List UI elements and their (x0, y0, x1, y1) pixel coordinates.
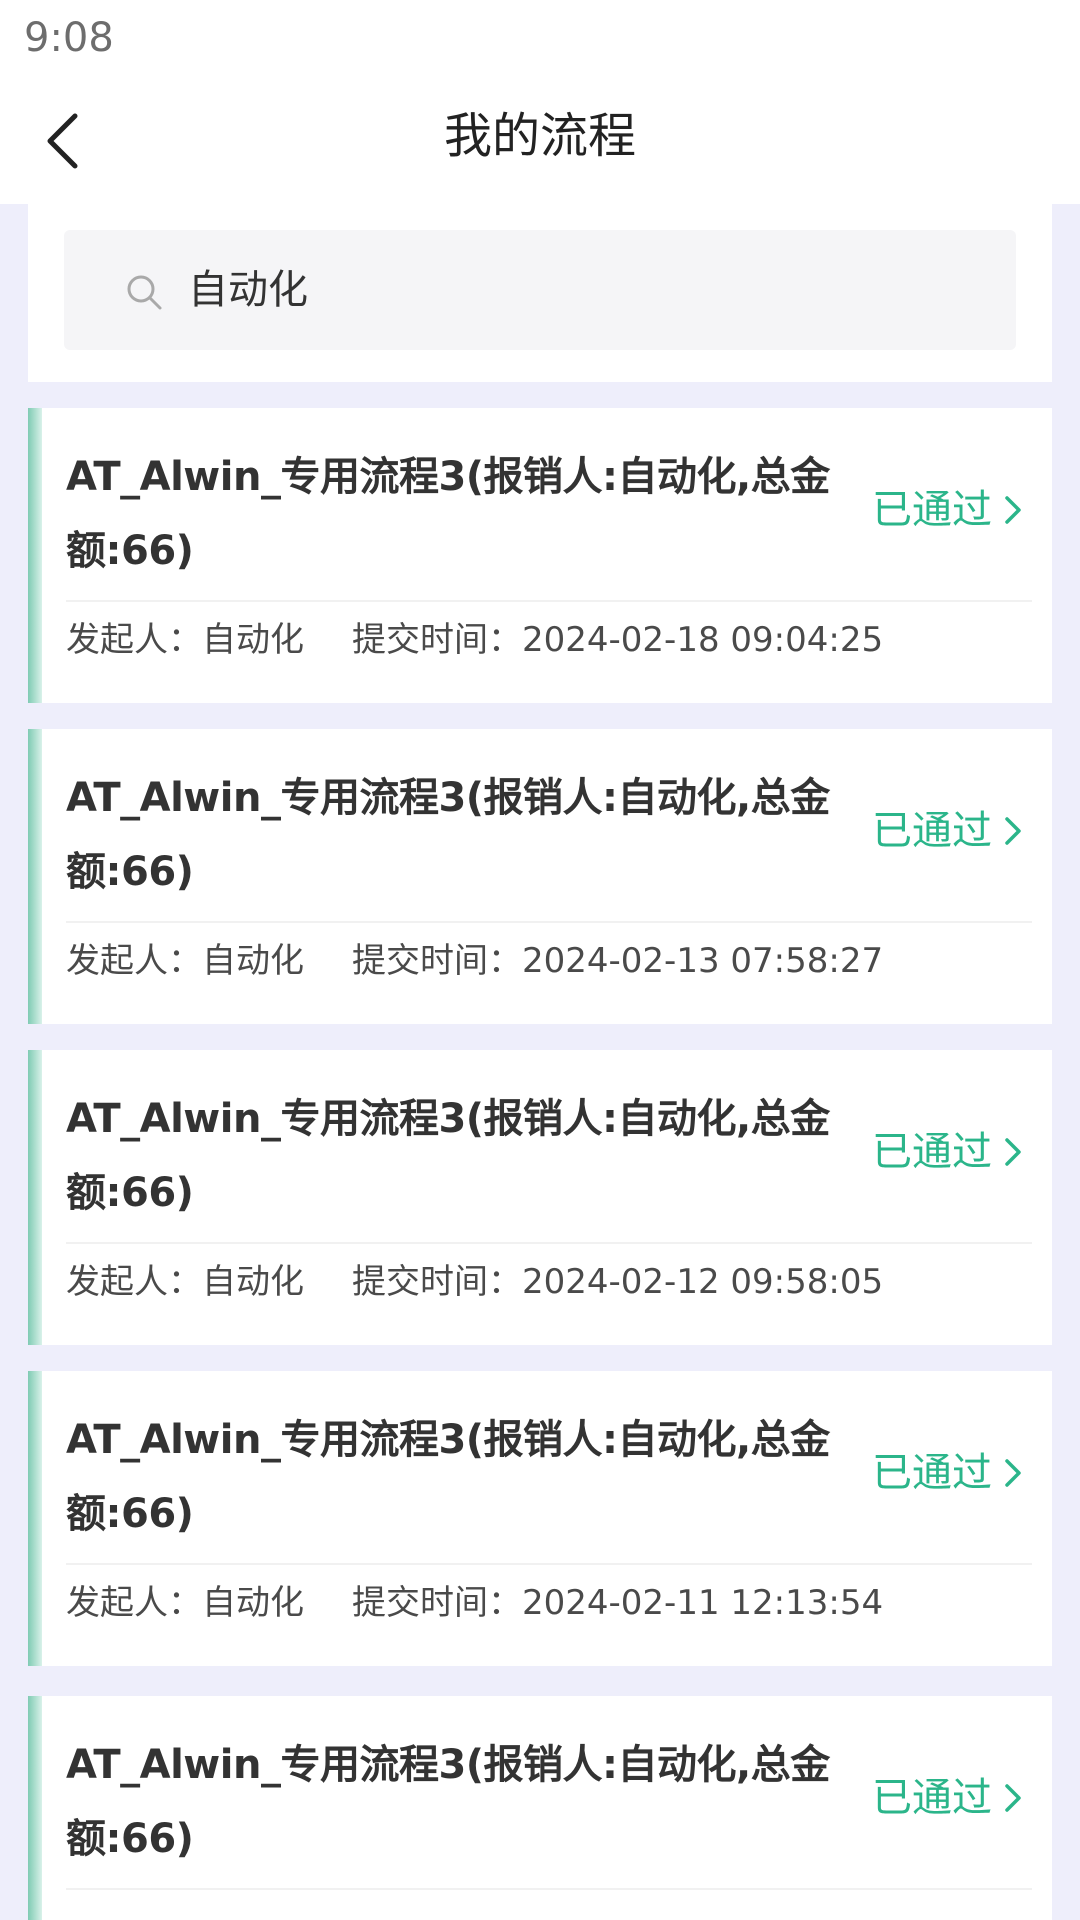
status-link[interactable]: 已通过 (872, 1766, 1024, 1830)
chevron-right-icon (1005, 1459, 1021, 1487)
status-label: 已通过 (872, 1450, 992, 1496)
list-item[interactable]: AT_Alwin_专用流程3(报销人:自动化,总金额:66) 已通过 发起人：自… (28, 729, 1052, 1024)
divider (66, 1563, 1032, 1565)
status-label: 已通过 (872, 808, 992, 854)
card-accent-bar (28, 729, 42, 1024)
status-label: 已通过 (872, 487, 992, 533)
card-meta: 发起人：自动化 提交时间：2024-02-13 07:58:27 (66, 929, 883, 993)
list-item[interactable]: AT_Alwin_专用流程3(报销人:自动化,总金额:66) 已通过 发起人：自… (28, 1371, 1052, 1666)
initiator-value: 自动化 (202, 1262, 304, 1302)
process-title: AT_Alwin_专用流程3(报销人:自动化,总金额:66) (66, 1096, 830, 1216)
card-meta: 发起人：自动化 提交时间：2024-02-18 09:04:25 (66, 608, 883, 672)
submit-time-value: 2024-02-13 07:58:27 (522, 941, 884, 981)
status-link[interactable]: 已通过 (872, 478, 1024, 542)
status-link[interactable]: 已通过 (872, 799, 1024, 863)
submit-time-value: 2024-02-12 09:58:05 (522, 1262, 884, 1302)
initiator-value: 自动化 (202, 1583, 304, 1623)
card-accent-bar (28, 1696, 42, 1920)
submit-time-label: 提交时间： (352, 1262, 522, 1302)
initiator-value: 自动化 (202, 620, 304, 660)
status-link[interactable]: 已通过 (872, 1441, 1024, 1505)
submit-time-value: 2024-02-18 09:04:25 (522, 620, 884, 660)
process-title: AT_Alwin_专用流程3(报销人:自动化,总金额:66) (66, 1742, 830, 1862)
submit-time-label: 提交时间： (352, 620, 522, 660)
process-title: AT_Alwin_专用流程3(报销人:自动化,总金额:66) (66, 454, 830, 574)
list-item[interactable]: AT_Alwin_专用流程3(报销人:自动化,总金额:66) 已通过 (28, 1696, 1052, 1920)
divider (66, 1242, 1032, 1244)
divider (66, 1888, 1032, 1890)
submit-time-label: 提交时间： (352, 941, 522, 981)
initiator-label: 发起人： (66, 1262, 202, 1302)
initiator-label: 发起人： (66, 620, 202, 660)
divider (66, 921, 1032, 923)
process-list: AT_Alwin_专用流程3(报销人:自动化,总金额:66) 已通过 发起人：自… (0, 0, 1080, 1920)
status-label: 已通过 (872, 1129, 992, 1175)
chevron-right-icon (1005, 817, 1021, 845)
card-accent-bar (28, 1050, 42, 1345)
process-title: AT_Alwin_专用流程3(报销人:自动化,总金额:66) (66, 775, 830, 895)
process-title: AT_Alwin_专用流程3(报销人:自动化,总金额:66) (66, 1417, 830, 1537)
divider (66, 600, 1032, 602)
status-label: 已通过 (872, 1775, 992, 1821)
submit-time-label: 提交时间： (352, 1583, 522, 1623)
chevron-right-icon (1005, 496, 1021, 524)
initiator-label: 发起人： (66, 1583, 202, 1623)
initiator-value: 自动化 (202, 941, 304, 981)
chevron-right-icon (1005, 1138, 1021, 1166)
chevron-right-icon (1005, 1784, 1021, 1812)
initiator-label: 发起人： (66, 941, 202, 981)
list-item[interactable]: AT_Alwin_专用流程3(报销人:自动化,总金额:66) 已通过 发起人：自… (28, 408, 1052, 703)
card-meta: 发起人：自动化 提交时间：2024-02-11 12:13:54 (66, 1571, 883, 1635)
card-accent-bar (28, 408, 42, 703)
card-accent-bar (28, 1371, 42, 1666)
list-item[interactable]: AT_Alwin_专用流程3(报销人:自动化,总金额:66) 已通过 发起人：自… (28, 1050, 1052, 1345)
submit-time-value: 2024-02-11 12:13:54 (522, 1583, 884, 1623)
status-link[interactable]: 已通过 (872, 1120, 1024, 1184)
card-meta: 发起人：自动化 提交时间：2024-02-12 09:58:05 (66, 1250, 883, 1314)
